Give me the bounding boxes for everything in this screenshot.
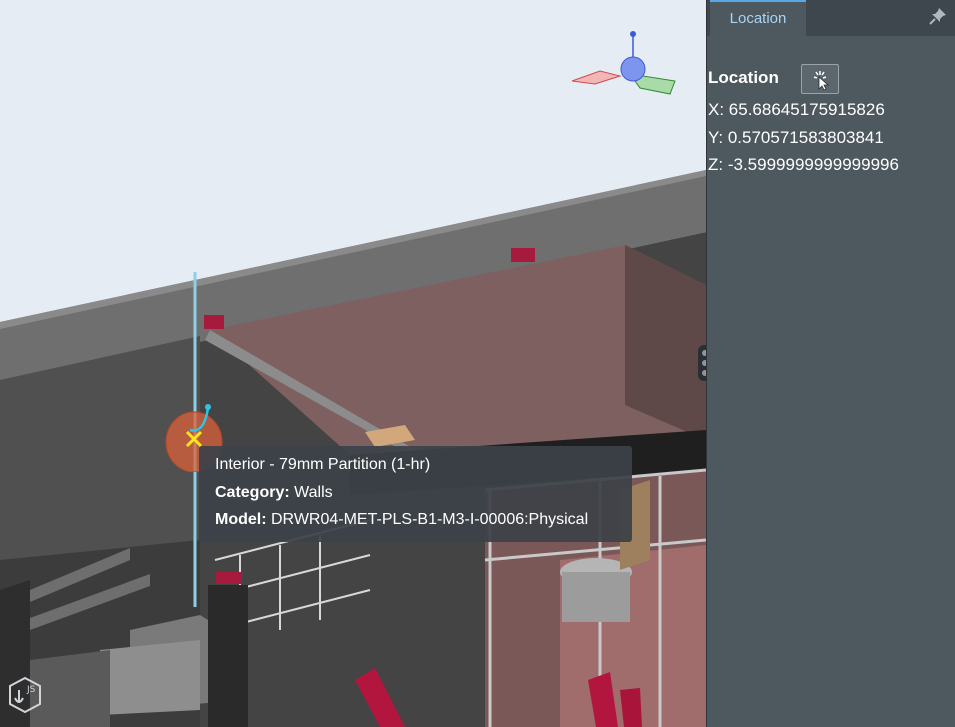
building-model-scene[interactable] [0,0,706,727]
pin-icon[interactable] [928,6,948,26]
panel-tab-bar: Location [707,0,955,36]
element-tooltip: Interior - 79mm Partition (1-hr) Categor… [199,446,632,542]
3d-viewport[interactable]: Interior - 79mm Partition (1-hr) Categor… [0,0,706,727]
view-gizmo[interactable] [560,26,680,101]
coord-y: Y: 0.570571583803841 [708,128,884,147]
itwin-js-logo-icon[interactable]: JS [8,676,42,714]
logo-text: JS [26,685,36,695]
location-panel: Location Location X: 65.68645175915826 Y… [706,0,955,727]
tooltip-model: Model: DRWR04-MET-PLS-B1-M3-I-00006:Phys… [215,511,588,529]
pick-location-button[interactable] [801,64,839,94]
tooltip-title: Interior - 79mm Partition (1-hr) [215,456,431,473]
tab-location[interactable]: Location [710,0,806,36]
tooltip-model-value: DRWR04-MET-PLS-B1-M3-I-00006:Physical [271,511,589,528]
tooltip-category-label: Category: [215,484,290,501]
coord-x: X: 65.68645175915826 [708,100,885,119]
location-section-title: Location [708,68,779,87]
tooltip-category: Category: Walls [215,484,333,502]
pick-location-icon [813,71,830,91]
tooltip-model-label: Model: [215,511,267,528]
coord-z: Z: -3.5999999999999996 [708,155,899,174]
tooltip-category-value: Walls [294,484,333,501]
